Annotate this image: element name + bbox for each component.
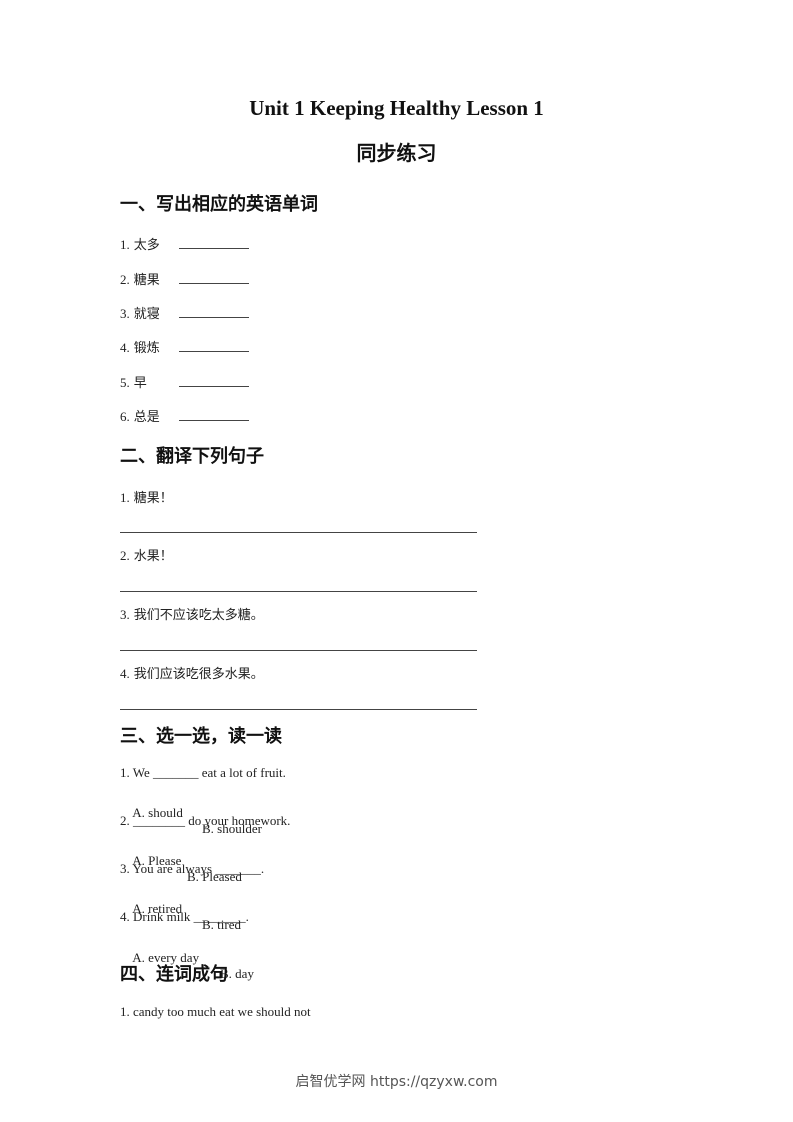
vocab-item: 1. 太多 [120, 234, 249, 254]
item-text: 太多 [133, 238, 160, 253]
item-number: 1. [120, 237, 130, 252]
translate-item: 4. 我们应该吃很多水果。 [120, 663, 264, 682]
arrange-item: 1. candy too much eat we should not [120, 1004, 311, 1019]
item-text: 水果！ [133, 549, 173, 564]
footer-watermark: 启智优学网 https://qzyxw.com [295, 1074, 498, 1090]
section-heading-arrange: 四、连词成句 [120, 964, 228, 985]
vocab-item: 3. 就寝 [120, 303, 249, 323]
item-text: 我们不应该吃太多糖。 [133, 608, 264, 623]
item-text: 锻炼 [133, 341, 160, 356]
vocab-item: 6. 总是 [120, 406, 249, 426]
item-number: 5. [120, 375, 130, 390]
vocab-item: 5. 早 [120, 372, 249, 392]
section-heading-vocabulary: 一、写出相应的英语单词 [120, 194, 318, 215]
item-number: 4. [120, 666, 130, 681]
translate-item: 3. 我们不应该吃太多糖。 [120, 604, 264, 623]
document-title: Unit 1 Keeping Healthy Lesson 1 [249, 96, 544, 120]
item-text: 糖果 [133, 273, 160, 288]
answer-line[interactable] [120, 709, 477, 710]
item-text: 总是 [133, 410, 160, 425]
answer-blank[interactable] [179, 248, 249, 249]
question-text: 3. You are always _______. [120, 861, 265, 876]
item-number: 3. [120, 306, 130, 321]
answer-line[interactable] [120, 650, 477, 651]
item-text: 早 [133, 376, 147, 391]
worksheet-page: Unit 1 Keeping Healthy Lesson 1 同步练习 一、写… [0, 0, 793, 1122]
answer-blank[interactable] [179, 351, 249, 352]
item-number: 2. [120, 548, 130, 563]
answer-blank[interactable] [179, 420, 249, 421]
item-text: 糖果！ [133, 491, 173, 506]
item-number: 4. [120, 340, 130, 355]
item-text: 就寝 [133, 307, 160, 322]
answer-blank[interactable] [179, 386, 249, 387]
translate-item: 1. 糖果！ [120, 487, 173, 506]
answer-line[interactable] [120, 591, 477, 592]
question-text: 1. We _______ eat a lot of fruit. [120, 765, 286, 780]
document-subtitle: 同步练习 [356, 141, 437, 165]
section-heading-translate: 二、翻译下列句子 [120, 446, 264, 467]
section-heading-choose: 三、选一选，读一读 [120, 726, 282, 747]
item-text: 我们应该吃很多水果。 [133, 667, 264, 682]
answer-blank[interactable] [179, 283, 249, 284]
item-number: 2. [120, 272, 130, 287]
answer-blank[interactable] [179, 317, 249, 318]
vocab-item: 2. 糖果 [120, 269, 249, 289]
question-text: 4. Drink milk ________. [120, 909, 249, 924]
translate-item: 2. 水果！ [120, 545, 173, 564]
vocab-item: 4. 锻炼 [120, 337, 249, 357]
question-text: 2. ________ do your homework. [120, 813, 291, 828]
answer-line[interactable] [120, 532, 477, 533]
item-number: 1. [120, 490, 130, 505]
item-number: 6. [120, 409, 130, 424]
item-number: 3. [120, 607, 130, 622]
